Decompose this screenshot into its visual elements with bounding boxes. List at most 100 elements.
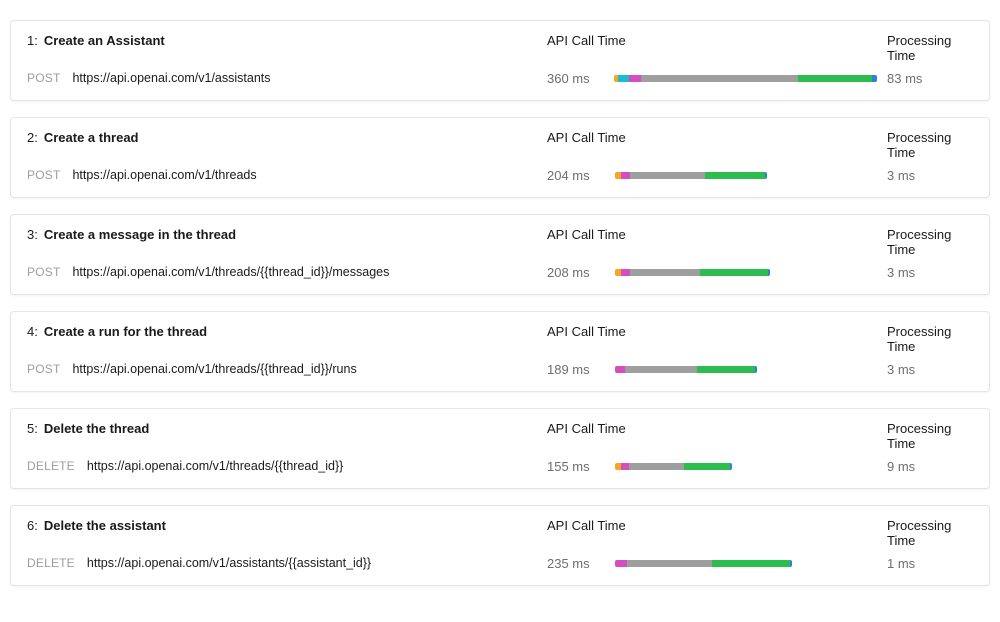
timing-segment xyxy=(621,463,629,470)
api-call-time-label: API Call Time xyxy=(547,130,877,160)
request-line: POST https://api.openai.com/v1/threads/{{… xyxy=(27,362,537,377)
request-url: https://api.openai.com/v1/threads xyxy=(72,168,256,182)
timing-segment xyxy=(755,366,757,373)
timing-bar xyxy=(614,75,877,82)
timing-bar xyxy=(615,560,792,567)
api-call-time-label: API Call Time xyxy=(547,33,877,63)
timing-bar xyxy=(615,172,767,179)
timing-bar xyxy=(615,269,770,276)
timing-segment xyxy=(625,366,697,373)
timing-segment xyxy=(712,560,790,567)
http-method: POST xyxy=(27,362,60,376)
step-header: 2:Create a thread xyxy=(27,130,537,160)
api-time-row: 208 ms xyxy=(547,265,877,280)
http-method: DELETE xyxy=(27,459,75,473)
processing-time-value: 3 ms xyxy=(887,265,973,280)
step-index: 3: xyxy=(27,227,38,242)
processing-time-value: 3 ms xyxy=(887,168,973,183)
timing-segment xyxy=(621,172,630,179)
step-title: Delete the assistant xyxy=(44,518,166,533)
timing-segment xyxy=(700,269,768,276)
request-url: https://api.openai.com/v1/assistants/{{a… xyxy=(87,556,371,570)
timing-segment xyxy=(627,560,712,567)
timing-bar xyxy=(615,463,732,470)
api-call-time-label: API Call Time xyxy=(547,227,877,257)
request-line: DELETE https://api.openai.com/v1/threads/… xyxy=(27,459,537,474)
request-url: https://api.openai.com/v1/threads/{{thre… xyxy=(72,362,356,376)
request-url: https://api.openai.com/v1/threads/{{thre… xyxy=(72,265,389,279)
step-title: Create a run for the thread xyxy=(44,324,207,339)
request-line: DELETE https://api.openai.com/v1/assistan… xyxy=(27,556,537,571)
api-call-time-label: API Call Time xyxy=(547,324,877,354)
timing-bar xyxy=(615,366,757,373)
api-call-time-label: API Call Time xyxy=(547,518,877,548)
processing-time-label: Processing Time xyxy=(887,324,973,354)
timing-segment xyxy=(630,172,705,179)
timing-segment xyxy=(629,75,642,82)
step-title: Create a message in the thread xyxy=(44,227,236,242)
processing-time-value: 1 ms xyxy=(887,556,973,571)
timing-segment xyxy=(705,172,765,179)
timing-segment xyxy=(630,269,700,276)
api-time-row: 155 ms xyxy=(547,459,877,474)
api-time-row: 360 ms xyxy=(547,71,877,86)
http-method: DELETE xyxy=(27,556,75,570)
processing-time-label: Processing Time xyxy=(887,518,973,548)
api-call-time-label: API Call Time xyxy=(547,421,877,451)
timing-segment xyxy=(790,560,792,567)
api-call-card[interactable]: 3: Create a message in the thread API Call… xyxy=(10,214,990,295)
step-index: 4: xyxy=(27,324,38,339)
step-index: 5: xyxy=(27,421,38,436)
timing-segment xyxy=(798,75,872,82)
processing-time-label: Processing Time xyxy=(887,33,973,63)
http-method: POST xyxy=(27,168,60,182)
request-line: POST https://api.openai.com/v1/assistants xyxy=(27,71,537,86)
step-header: 4: Create a run for the thread xyxy=(27,324,537,354)
api-time-value: 360 ms xyxy=(547,71,606,86)
api-time-row: 235 ms xyxy=(547,556,877,571)
timing-segment xyxy=(615,560,627,567)
timing-segment xyxy=(641,75,798,82)
request-url: https://api.openai.com/v1/assistants xyxy=(72,71,270,85)
step-header: 1: Create an Assistant xyxy=(27,33,537,63)
step-title: Create an Assistant xyxy=(44,33,165,48)
api-time-row: 189 ms xyxy=(547,362,877,377)
request-line: POST https://api.openai.com/v1/threads/{{… xyxy=(27,265,537,280)
timing-segment xyxy=(684,463,730,470)
step-index: 6: xyxy=(27,518,38,533)
timing-segment xyxy=(730,463,732,470)
step-index: 1: xyxy=(27,33,38,48)
timing-segment xyxy=(621,269,630,276)
api-call-card[interactable]: 5: Delete the thread API Call Time Processi… xyxy=(10,408,990,489)
http-method: POST xyxy=(27,71,60,85)
step-header: 5: Delete the thread xyxy=(27,421,537,451)
timing-segment xyxy=(629,463,684,470)
api-call-card[interactable]: 4: Create a run for the thread API Call Ti… xyxy=(10,311,990,392)
processing-time-label: Processing Time xyxy=(887,421,973,451)
processing-time-label: Processing Time xyxy=(887,130,973,160)
api-call-card[interactable]: 2:Create a thread API Call Time Processing… xyxy=(10,117,990,198)
processing-time-value: 9 ms xyxy=(887,459,973,474)
timing-segment xyxy=(697,366,755,373)
timing-segment xyxy=(768,269,770,276)
processing-time-value: 83 ms xyxy=(887,71,973,86)
api-time-value: 208 ms xyxy=(547,265,607,280)
api-time-value: 189 ms xyxy=(547,362,607,377)
step-header: 6: Delete the assistant xyxy=(27,518,537,548)
request-line: POST https://api.openai.com/v1/threads xyxy=(27,168,537,183)
api-call-card[interactable]: 1: Create an Assistant API Call Time Proces… xyxy=(10,20,990,101)
timing-segment xyxy=(765,172,767,179)
request-url: https://api.openai.com/v1/threads/{{thre… xyxy=(87,459,343,473)
http-method: POST xyxy=(27,265,60,279)
step-header: 3: Create a message in the thread xyxy=(27,227,537,257)
api-time-value: 204 ms xyxy=(547,168,607,183)
api-time-value: 235 ms xyxy=(547,556,607,571)
timing-segment xyxy=(618,75,629,82)
api-call-card[interactable]: 6: Delete the assistant API Call Time Proce… xyxy=(10,505,990,586)
api-time-row: 204 ms xyxy=(547,168,877,183)
processing-time-label: Processing Time xyxy=(887,227,973,257)
processing-time-value: 3 ms xyxy=(887,362,973,377)
step-title: Delete the thread xyxy=(44,421,149,436)
step-index: 2: xyxy=(27,130,38,145)
timing-segment xyxy=(615,366,625,373)
